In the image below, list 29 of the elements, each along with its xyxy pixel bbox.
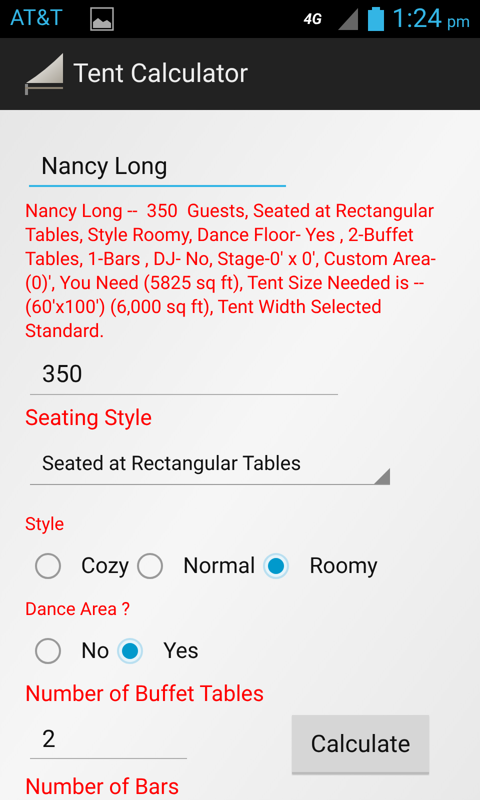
style-label: Style (25, 513, 66, 537)
image-notification-icon (90, 7, 114, 31)
guests-input-field[interactable]: 350 (30, 353, 338, 395)
radio-label[interactable]: Cozy (81, 550, 130, 582)
radio-button[interactable] (35, 638, 61, 664)
radio-label[interactable]: Yes (163, 634, 199, 668)
radio-label[interactable]: Roomy (309, 550, 378, 582)
dropdown-triangle-icon (374, 468, 390, 484)
dance-area-label: Dance Area ? (25, 598, 131, 622)
app-title: Tent Calculator (73, 61, 248, 87)
radio-button[interactable] (35, 553, 61, 579)
buffet-tables-input-field[interactable]: 2 (30, 719, 187, 759)
seating-style-label: Seating Style (25, 405, 153, 433)
signal-icon (338, 8, 358, 30)
network-type: 4G (304, 12, 322, 26)
radio-label[interactable]: Normal (183, 550, 256, 582)
clock-period: pm (446, 14, 470, 30)
calculate-button[interactable]: Calculate (292, 715, 429, 774)
clock-time: 1:24 (392, 6, 442, 32)
seating-style-dropdown[interactable]: Seated at Rectangular Tables (30, 441, 390, 485)
bars-label: Number of Bars (25, 774, 180, 800)
radio-button[interactable] (137, 553, 164, 579)
battery-icon (368, 7, 384, 31)
summary-text: Nancy Long -- 350 Guests, Seated at Rectangular Tables, Style Roomy, Dance Floor- Yes , 2-Buffet Tables, 1-Bars , DJ- No, Stage-0' x 0', Custom Area-(0)', You Need (5825 sq ft), Tent Size Needed is -- (60'x100') (6,000 sq ft), Tent Width Selected Standard. (25, 199, 437, 343)
carrier-name: AT&T (10, 8, 63, 30)
buffet-tables-label: Number of Buffet Tables (25, 681, 266, 709)
radio-label[interactable]: No (81, 634, 110, 668)
name-input-field[interactable]: Nancy Long (29, 147, 286, 187)
tent-logo-icon (25, 53, 65, 95)
